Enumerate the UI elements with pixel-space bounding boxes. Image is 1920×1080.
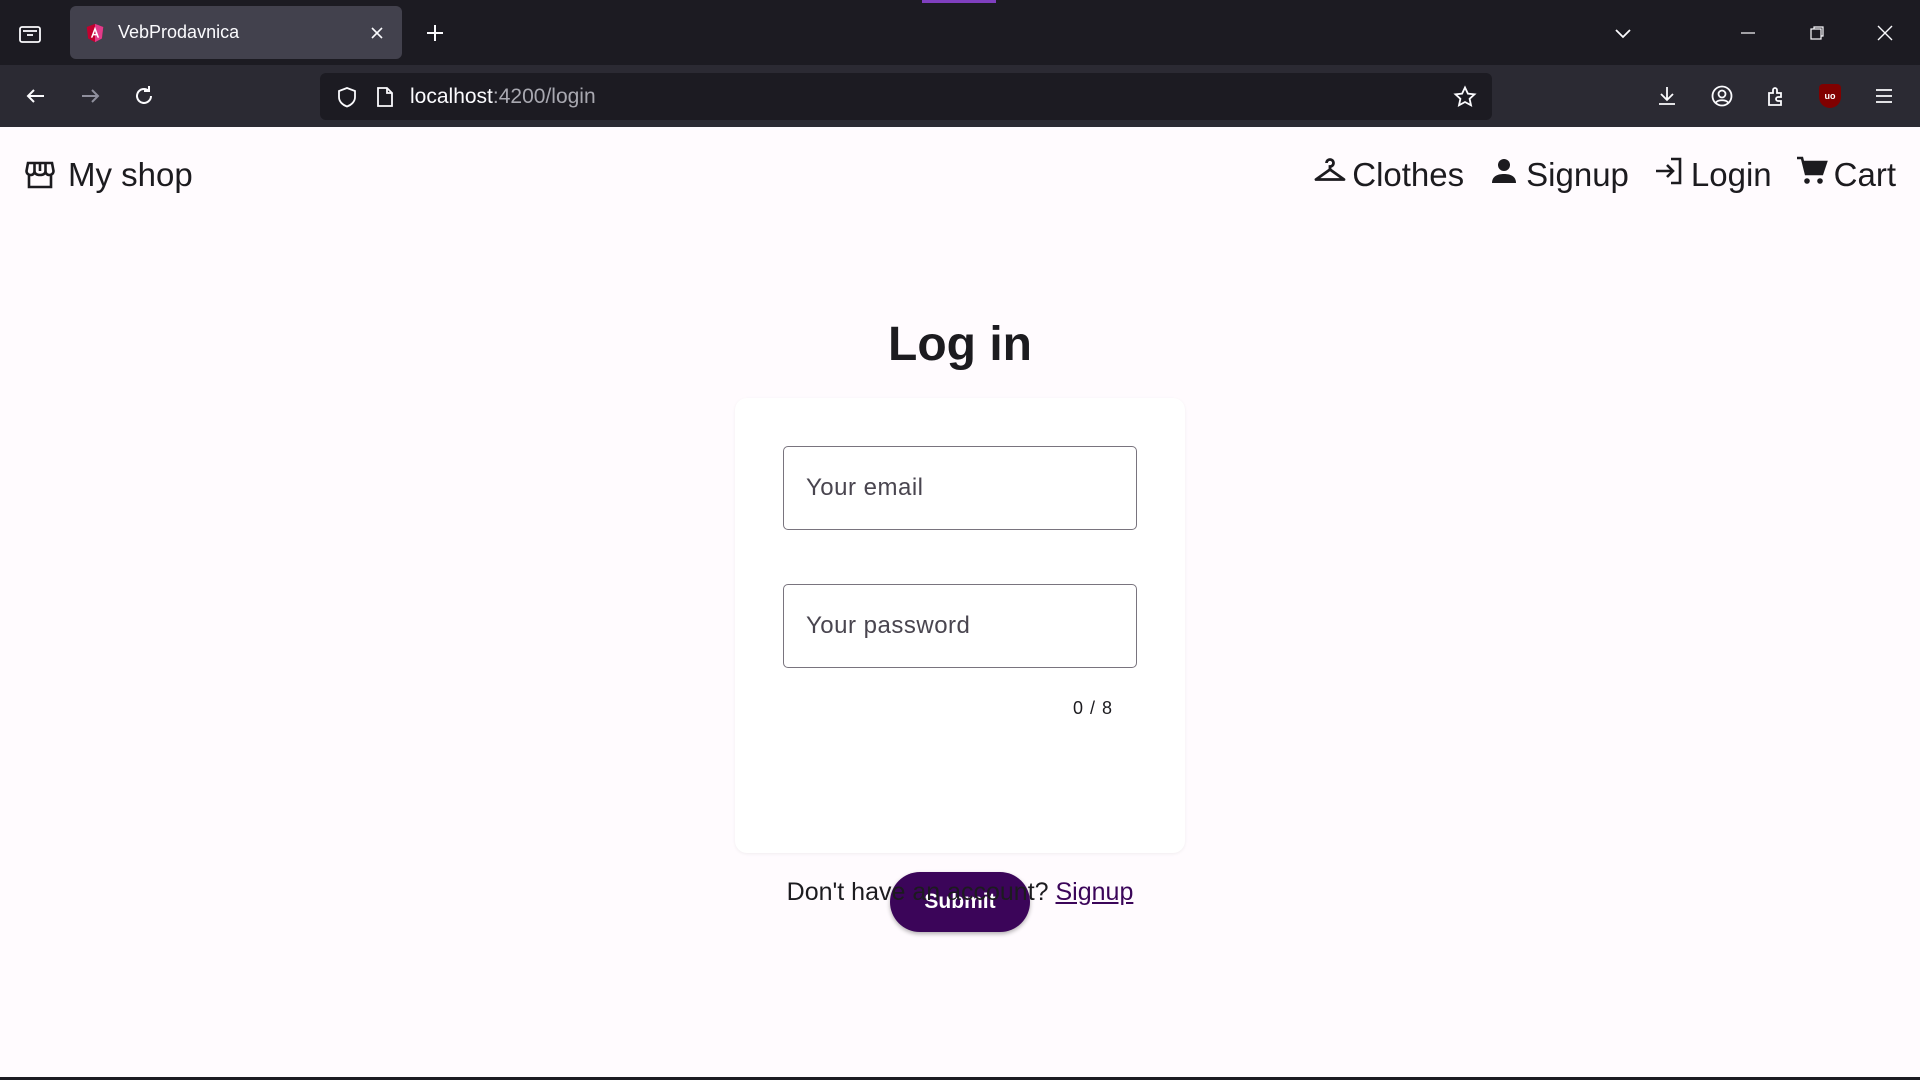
page-title: Log in — [888, 318, 1032, 371]
brand-title: My shop — [68, 156, 193, 193]
nav-cart[interactable]: Cart — [1794, 156, 1896, 194]
bookmark-star-icon[interactable] — [1452, 84, 1478, 110]
close-window-icon[interactable] — [1868, 16, 1902, 50]
password-length-hint: 0 / 8 — [1072, 698, 1113, 718]
back-icon[interactable] — [18, 78, 54, 114]
tab-activity-indicator — [922, 0, 996, 3]
storefront-icon — [24, 157, 60, 193]
page-info-icon[interactable] — [372, 84, 398, 110]
downloads-icon[interactable] — [1649, 78, 1685, 114]
new-tab-icon[interactable] — [418, 16, 452, 50]
signup-link[interactable]: Signup — [1056, 878, 1134, 906]
nav-cart-label: Cart — [1833, 156, 1896, 193]
page-content: My shop Clothes Signup Login Cart Log in… — [0, 127, 1920, 1080]
browser-tab[interactable]: VebProdavnica — [70, 6, 402, 59]
signup-prompt-text: Don't have an account? — [786, 878, 1049, 906]
tab-title: VebProdavnica — [118, 22, 240, 42]
nav-login-label: Login — [1690, 156, 1772, 193]
ublock-origin-icon[interactable]: uo — [1812, 78, 1848, 114]
nav-clothes-label: Clothes — [1352, 156, 1465, 193]
angular-favicon-icon — [86, 23, 104, 42]
email-field[interactable] — [783, 446, 1137, 530]
login-card: 0 / 8 Submit — [735, 398, 1185, 932]
signup-prompt: Don't have an account? Signup — [0, 878, 1920, 907]
login-icon — [1651, 153, 1687, 189]
cart-icon — [1794, 153, 1830, 189]
nav-signup[interactable]: Signup — [1486, 156, 1629, 194]
hanger-icon — [1312, 153, 1348, 189]
url-bar[interactable]: localhost:4200/login — [320, 73, 1492, 120]
url-text[interactable]: localhost:4200/login — [410, 85, 1452, 109]
nav-signup-label: Signup — [1526, 156, 1629, 193]
forward-icon[interactable] — [72, 78, 108, 114]
minimize-icon[interactable] — [1731, 16, 1765, 50]
url-host: localhost — [410, 84, 493, 108]
url-path: :4200/login — [492, 84, 596, 108]
password-input[interactable] — [784, 585, 1136, 667]
list-all-tabs-icon[interactable] — [1606, 16, 1640, 50]
account-icon[interactable] — [1704, 78, 1740, 114]
shield-icon[interactable] — [334, 84, 360, 110]
tab-list-icon[interactable] — [12, 16, 48, 52]
brand[interactable]: My shop — [24, 156, 193, 194]
restore-icon[interactable] — [1800, 16, 1834, 50]
browser-nav-bar: localhost:4200/login uo — [0, 65, 1920, 127]
tab-close-icon[interactable] — [366, 22, 388, 44]
email-input[interactable] — [784, 447, 1136, 529]
person-icon — [1486, 153, 1522, 189]
password-field[interactable] — [783, 584, 1137, 668]
browser-tab-bar: VebProdavnica — [0, 0, 1920, 65]
extensions-icon[interactable] — [1758, 78, 1794, 114]
nav-login[interactable]: Login — [1651, 156, 1772, 194]
menu-icon[interactable] — [1866, 78, 1902, 114]
reload-icon[interactable] — [126, 78, 162, 114]
app-toolbar: My shop Clothes Signup Login Cart — [0, 127, 1920, 223]
nav-clothes[interactable]: Clothes — [1312, 156, 1464, 194]
